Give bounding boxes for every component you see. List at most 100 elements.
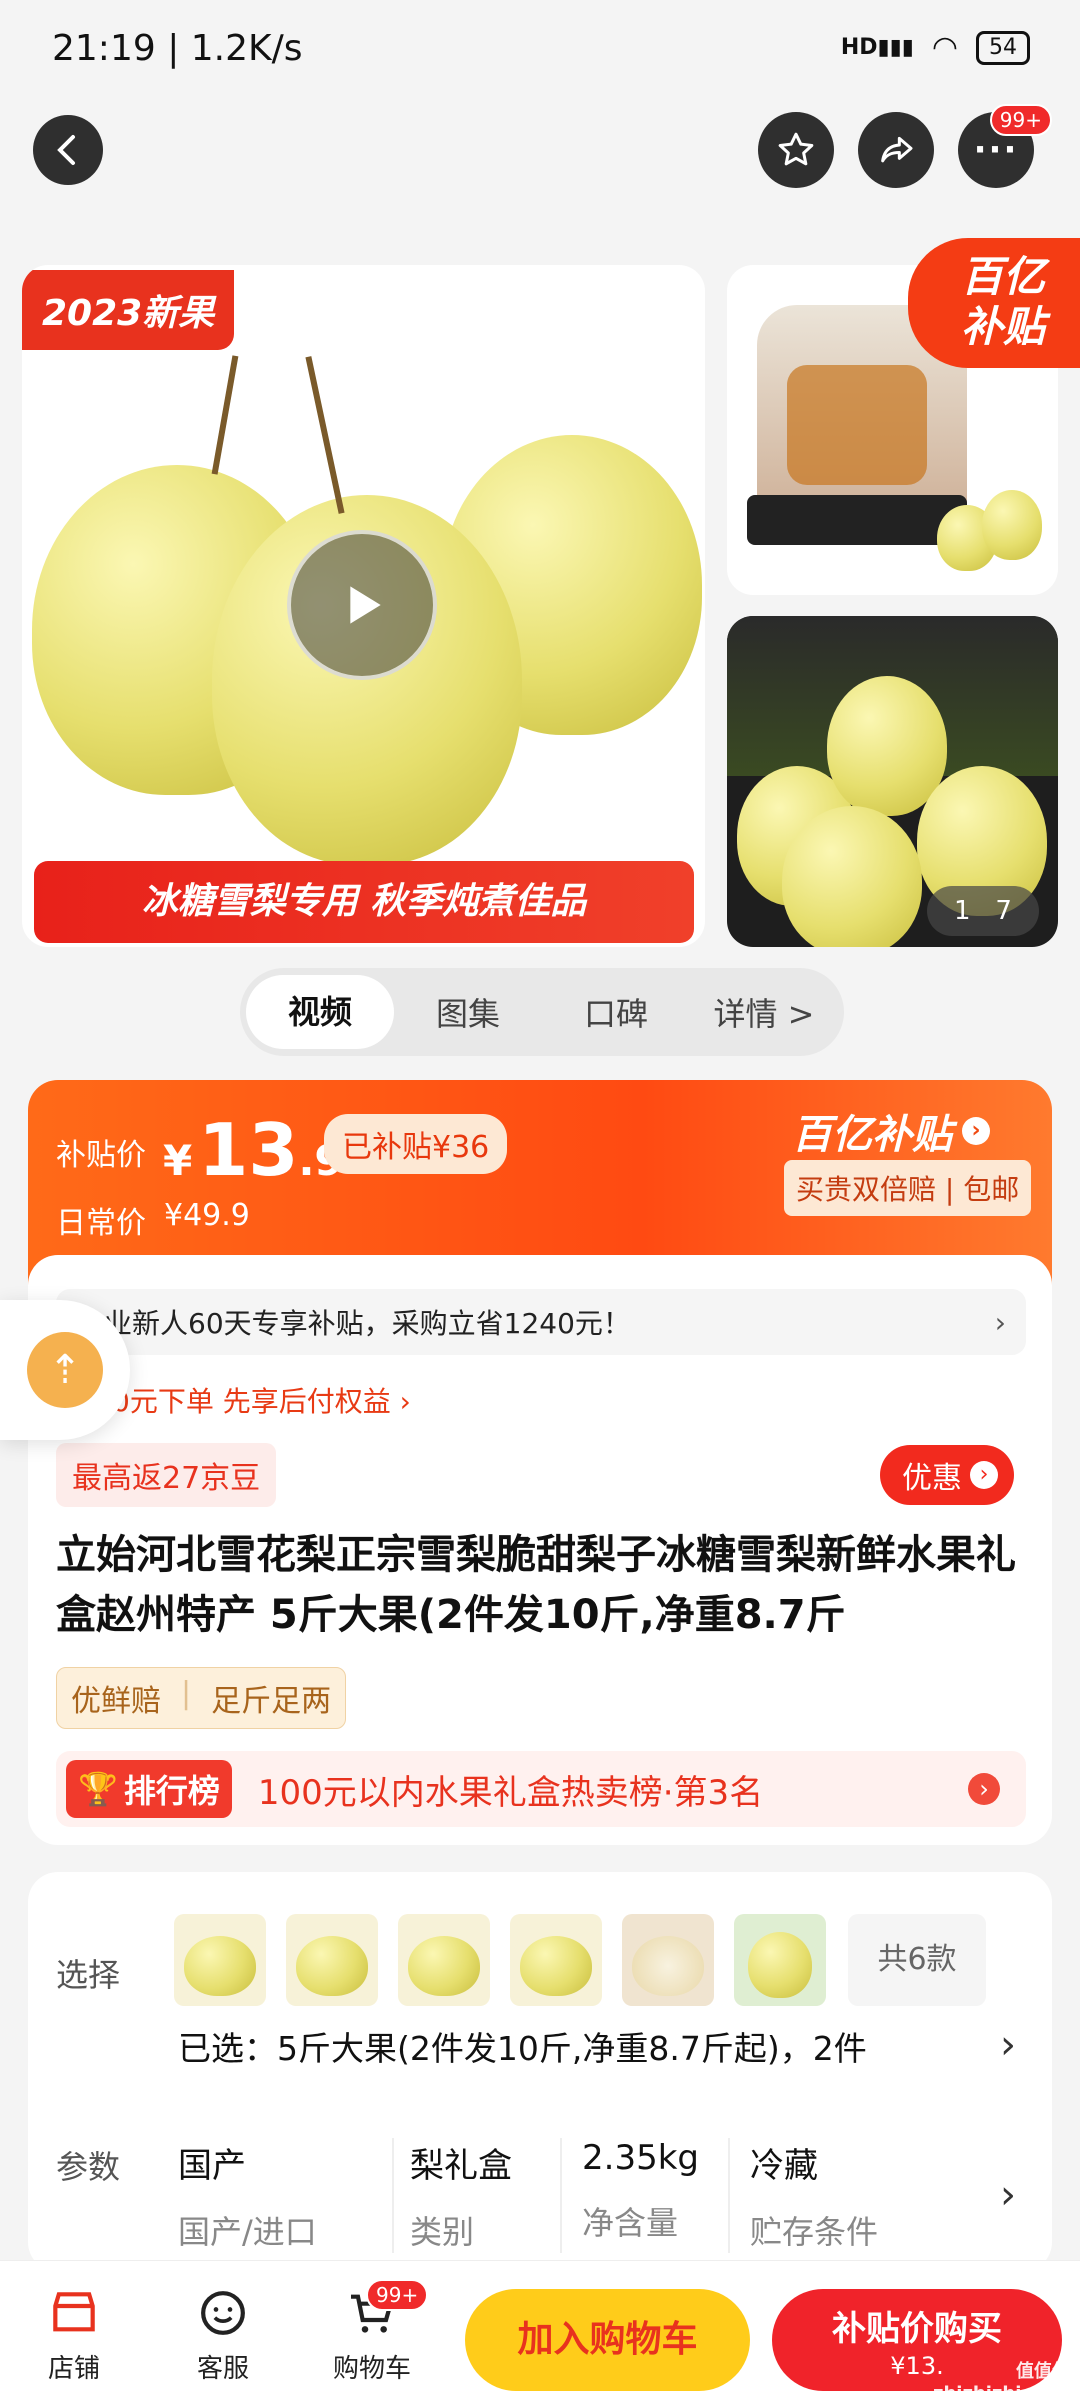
subsidy-price: ¥ 13 .9 [163, 1108, 344, 1192]
image-counter: 1 7 [927, 886, 1039, 936]
subsidy-logo: 百亿补贴 [908, 238, 1080, 368]
main-product-image[interactable]: 2023新果 冰糖雪梨专用 秋季炖煮佳品 [22, 265, 705, 947]
new-fruit-badge: 2023新果 [22, 270, 235, 350]
param-value: 梨礼盒 [410, 2146, 512, 2186]
enterprise-subsidy-text: 企业新人60天专享补贴，采购立省1240元！ [76, 1307, 631, 1340]
play-video-button[interactable] [287, 530, 437, 680]
tab-reviews[interactable]: 口碑 [542, 989, 690, 1035]
subsidy-price-label: 补贴价 [56, 1138, 146, 1173]
more-icon: ··· [973, 130, 1019, 170]
chat-face-icon [201, 2291, 245, 2335]
variant-thumbs [174, 1914, 826, 2006]
price-integer: 13 [198, 1108, 299, 1192]
share-button[interactable] [858, 112, 934, 188]
product-slogan-banner: 冰糖雪梨专用 秋季炖煮佳品 [34, 861, 694, 943]
param-list[interactable]: 国产 国产/进口 梨礼盒 类别 2.35kg 净含量 冷藏 贮存条件 [178, 2138, 930, 2253]
tag-fresh-compensation: 优鲜赔 [71, 1684, 161, 1719]
chevron-right-icon: › [968, 1773, 1000, 1805]
watermark: 值值值 zhizhizhi.com [900, 2301, 1070, 2400]
trophy-icon: 🏆 [78, 1770, 118, 1808]
cart-label: 购物车 [332, 2354, 411, 2384]
status-time: 21:19 | 1.2K/s [52, 28, 303, 69]
tab-video[interactable]: 视频 [246, 975, 394, 1049]
spec-card: 选择 共6款 已选：5斤大果(2件发10斤,净重8.7斤起)，2件 › 参数 国… [28, 1872, 1052, 2272]
back-button[interactable] [33, 115, 103, 185]
param-name: 净含量 [582, 2204, 679, 2242]
variant-thumb-2[interactable] [286, 1914, 378, 2006]
param-item: 2.35kg 净含量 [562, 2138, 730, 2253]
variant-thumb-1[interactable] [174, 1914, 266, 2006]
variant-thumb-6[interactable] [734, 1914, 826, 2006]
param-name: 类别 [410, 2213, 475, 2251]
status-icons: HD▮▮▮ ◠ 54 [841, 30, 1030, 65]
jingdou-rebate-badge: 最高返27京豆 [56, 1443, 277, 1507]
subsidy-brand-text: 百亿补贴 [792, 1112, 952, 1158]
variant-thumb-3[interactable] [398, 1914, 490, 2006]
bottom-action-bar: 店铺 客服 购物车 99+ 加入购物车 补贴价购买 ¥13. 值值值 zhizh… [0, 2260, 1080, 2400]
accessibility-icon: ⇡ [27, 1332, 103, 1408]
variant-thumb-4[interactable] [510, 1914, 602, 2006]
gallery-thumb-pears[interactable]: 1 7 [727, 616, 1058, 947]
shop-icon [53, 2292, 95, 2332]
select-label: 选择 [56, 1956, 121, 1994]
tab-gallery[interactable]: 图集 [394, 989, 542, 1035]
watermark-text: 值值值 zhizhizhi.com [932, 2361, 1070, 2400]
param-label: 参数 [56, 2148, 121, 2186]
media-tabs: 视频 图集 口碑 详情 > [240, 968, 844, 1056]
star-icon [778, 132, 814, 166]
guarantee-badge: 买贵双倍赔 | 包邮 [784, 1160, 1032, 1216]
customer-service-button[interactable]: 客服 [163, 2285, 283, 2385]
favorite-button[interactable] [758, 112, 834, 188]
add-to-cart-button[interactable]: 加入购物车 [465, 2289, 750, 2391]
subsidized-amount-badge: 已补贴¥36 [324, 1114, 508, 1174]
selected-variant[interactable]: 已选：5斤大果(2件发10斤,净重8.7斤起)，2件 [178, 2022, 867, 2070]
service-label: 客服 [196, 2354, 249, 2384]
coupon-label: 优惠 [902, 1461, 962, 1496]
ranking-label: 排行榜 [123, 1772, 220, 1810]
chevron-right-icon: › [994, 1305, 1006, 1339]
subsidy-brand-link[interactable]: 百亿补贴 › [792, 1102, 990, 1160]
tab-details[interactable]: 详情 > [690, 989, 838, 1035]
cart-button[interactable]: 购物车 99+ [312, 2279, 432, 2385]
currency-symbol: ¥ [163, 1136, 193, 1185]
more-button[interactable]: ··· 99+ [958, 104, 1052, 188]
coupon-button[interactable]: 优惠 › [880, 1445, 1014, 1505]
param-item: 梨礼盒 类别 [394, 2138, 562, 2253]
param-value: 冷藏 [750, 2146, 818, 2186]
total-variants[interactable]: 共6款 [848, 1914, 986, 2006]
wifi-icon: ◠ [931, 30, 958, 65]
enterprise-subsidy-bar[interactable]: 企业新人60天专享补贴，采购立省1240元！ › [56, 1289, 1026, 1355]
param-value: 国产 [178, 2146, 246, 2186]
shop-button[interactable]: 店铺 [14, 2285, 134, 2385]
ranking-text: 100元以内水果礼盒热卖榜·第3名 [257, 1772, 764, 1813]
chevron-right-icon: › [970, 1461, 998, 1489]
chevron-right-icon[interactable]: › [1000, 2172, 1016, 2218]
status-bar: 21:19 | 1.2K/s HD▮▮▮ ◠ 54 [0, 0, 1080, 100]
regular-price: 日常价 ¥49.9 [56, 1198, 250, 1242]
product-title: 立始河北雪花梨正宗雪梨脆甜梨子冰糖雪梨新鲜水果礼盒赵州特产 5斤大果(2件发10… [56, 1532, 1016, 1638]
tag-full-weight: 足斤足两 [211, 1684, 332, 1719]
product-info-card: 企业新人60天专享补贴，采购立省1240元！ › 领取0元下单 先享后付权益 ›… [28, 1255, 1052, 1845]
subsidy-logo-text: 百亿补贴 [960, 252, 1045, 351]
battery-icon: 54 [976, 30, 1030, 65]
share-icon [881, 136, 913, 163]
ranking-bar[interactable]: 🏆 排行榜 100元以内水果礼盒热卖榜·第3名 › [56, 1751, 1026, 1827]
chevron-right-icon[interactable]: › [1000, 2022, 1016, 2068]
variant-thumb-5[interactable] [622, 1914, 714, 2006]
service-tags: 优鲜赔 | 足斤足两 [56, 1667, 347, 1729]
back-arrow-icon [57, 135, 75, 165]
signal-icon: HD▮▮▮ [840, 35, 914, 60]
param-name: 贮存条件 [750, 2213, 879, 2251]
ranking-badge: 🏆 排行榜 [66, 1760, 232, 1818]
regular-price-value: ¥49.9 [164, 1198, 250, 1233]
cart-badge: 99+ [366, 2279, 429, 2311]
param-item: 冷藏 贮存条件 [730, 2138, 930, 2253]
regular-price-label: 日常价 [56, 1206, 146, 1241]
param-item: 国产 国产/进口 [178, 2138, 394, 2253]
param-name: 国产/进口 [178, 2213, 317, 2251]
message-badge: 99+ [989, 104, 1052, 136]
chevron-right-icon: › [962, 1117, 990, 1145]
param-value: 2.35kg [582, 2138, 699, 2178]
play-icon [350, 586, 381, 624]
shop-label: 店铺 [47, 2354, 100, 2384]
